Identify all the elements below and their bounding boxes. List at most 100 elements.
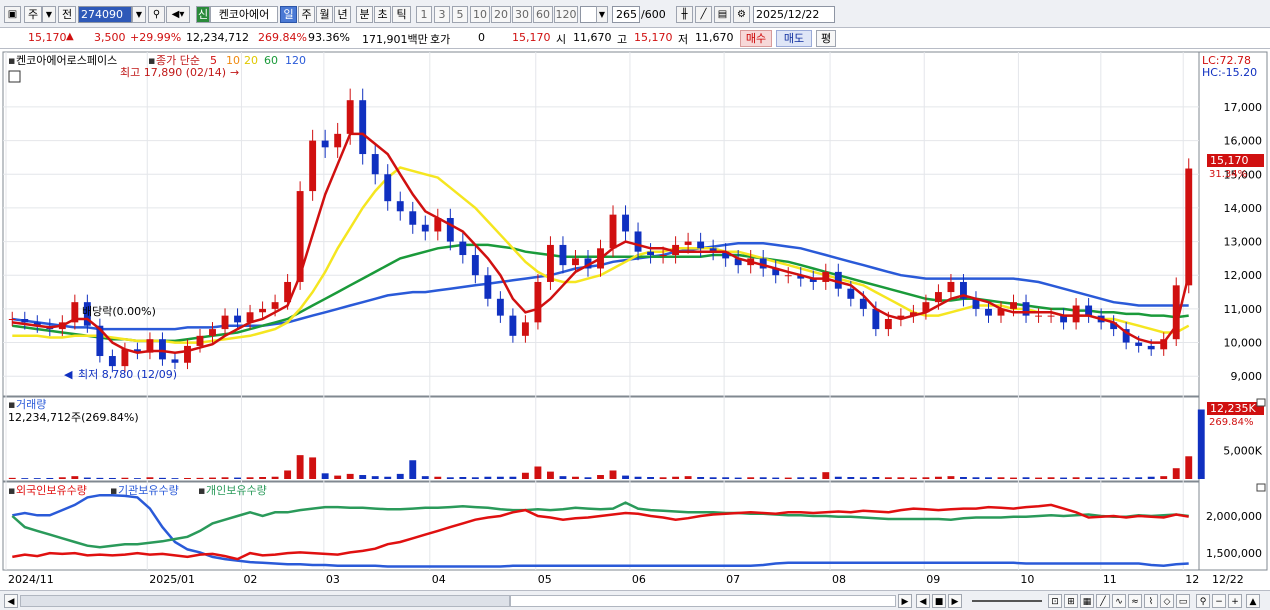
code-dropdown-icon[interactable]: ▼ xyxy=(132,6,146,23)
candle-body xyxy=(647,251,655,256)
save-icon[interactable]: ▤ xyxy=(714,6,731,23)
arrow-up-icon[interactable]: ▲ xyxy=(1246,594,1260,608)
interval-30[interactable]: 30 xyxy=(512,6,532,23)
tab-minute[interactable]: 분 xyxy=(356,6,373,23)
candle-body xyxy=(21,318,29,323)
individual-marker-icon: ▪ xyxy=(198,484,205,497)
candle-type-icon[interactable]: ╫ xyxy=(676,6,693,23)
tab-year[interactable]: 년 xyxy=(334,6,351,23)
prev-button[interactable]: 전 xyxy=(58,6,76,23)
interval-1[interactable]: 1 xyxy=(416,6,432,23)
ma20-legend: 20 xyxy=(244,54,258,67)
tab-month[interactable]: 월 xyxy=(316,6,333,23)
volume-bar xyxy=(972,477,980,479)
interval-5[interactable]: 5 xyxy=(452,6,468,23)
tab-tick[interactable]: 틱 xyxy=(392,6,411,23)
draw-tool-icon[interactable]: ╱ xyxy=(695,6,712,23)
buy-button[interactable]: 매수 xyxy=(740,30,772,47)
grid-icon[interactable]: ▦ xyxy=(1080,594,1094,608)
candle-body xyxy=(471,255,479,276)
price-tick-label: 17,000 xyxy=(1224,101,1263,114)
candle-body xyxy=(459,241,467,256)
volume-bar xyxy=(83,477,91,479)
trend-icon[interactable]: ╱ xyxy=(1096,594,1110,608)
stop-icon[interactable]: ■ xyxy=(932,594,946,608)
table-toggle-icon[interactable] xyxy=(8,70,21,83)
volume-bar xyxy=(171,478,179,479)
interval-20[interactable]: 20 xyxy=(491,6,511,23)
volume-bar xyxy=(309,457,317,479)
chart-scrollbar[interactable]: ◀ ▶ ◀ ■ ▶ ⊡ ⊞ ▦ ╱ ∿ ≈ ⌇ ◇ ▭ ⚲ − + ▲ xyxy=(0,590,1270,610)
crosshair-icon[interactable]: ⊞ xyxy=(1064,594,1078,608)
volume-bar xyxy=(1047,477,1055,479)
interval-60[interactable]: 60 xyxy=(533,6,553,23)
search-icon[interactable]: ⚲ xyxy=(148,6,165,23)
scroll-track[interactable] xyxy=(20,595,510,607)
volume-bar xyxy=(184,477,191,479)
volume-bar xyxy=(434,476,442,479)
avg-button[interactable]: 평 xyxy=(816,30,836,47)
interval-10[interactable]: 10 xyxy=(470,6,490,23)
prev-icon[interactable]: ◀ xyxy=(916,594,930,608)
stock-chart[interactable]: 9,00010,00011,00012,00013,00014,00015,00… xyxy=(0,50,1270,590)
volume-bar xyxy=(1097,477,1105,479)
price-tick-label: 9,000 xyxy=(1231,370,1263,383)
scroll-left-icon[interactable]: ◀ xyxy=(4,594,18,608)
volume-bar xyxy=(734,477,742,479)
text-icon[interactable]: ▭ xyxy=(1176,594,1190,608)
volume-value-label: 12,234,712주(269.84%) xyxy=(8,411,139,424)
candle-body xyxy=(446,218,454,242)
candle-body xyxy=(309,140,317,192)
interval-120[interactable]: 120 xyxy=(554,6,578,23)
tab-second[interactable]: 초 xyxy=(374,6,391,23)
line-icon[interactable]: ∿ xyxy=(1112,594,1126,608)
volume-bar xyxy=(1172,468,1180,479)
candle-body xyxy=(546,244,554,282)
settings-gear-icon[interactable]: ⚙ xyxy=(733,6,750,23)
candle-body xyxy=(559,244,567,266)
shape-icon[interactable]: ◇ xyxy=(1160,594,1174,608)
candle-body xyxy=(1185,168,1193,286)
scroll-right-icon[interactable]: ▶ xyxy=(898,594,912,608)
x-axis-label: 05 xyxy=(538,573,552,586)
candle-body xyxy=(1010,302,1017,309)
zoom-slider[interactable] xyxy=(972,600,1042,602)
candle-body xyxy=(484,275,492,299)
volume-bar xyxy=(559,476,567,479)
volume-bar xyxy=(659,477,667,479)
dropdown-icon[interactable]: ▼ xyxy=(42,6,56,23)
scroll-thumb[interactable] xyxy=(510,595,896,607)
candle-body xyxy=(1035,315,1042,317)
volume-bar xyxy=(321,473,329,479)
candle-body xyxy=(421,224,429,232)
candle-body xyxy=(259,308,267,313)
volume-close-icon[interactable] xyxy=(1256,398,1266,407)
wave-icon[interactable]: ≈ xyxy=(1128,594,1142,608)
tab-week[interactable]: 주 xyxy=(298,6,315,23)
window-icon[interactable]: ▣ xyxy=(4,6,21,23)
zoom-out-icon[interactable]: − xyxy=(1212,594,1226,608)
stock-code-input[interactable]: 274090 xyxy=(78,6,132,23)
volume-bar xyxy=(609,470,617,479)
fib-icon[interactable]: ⌇ xyxy=(1144,594,1158,608)
volume-bar xyxy=(684,476,692,479)
volume-bar xyxy=(597,475,604,479)
volume-bar xyxy=(396,473,404,479)
interval-dropdown-icon[interactable]: ▼ xyxy=(596,6,608,23)
volume-bar xyxy=(234,477,241,479)
volume-bar xyxy=(96,477,104,479)
bar-count-input[interactable]: 265 xyxy=(612,6,640,23)
period-select-week[interactable]: 주 xyxy=(24,6,42,23)
zoom-in-icon[interactable]: + xyxy=(1228,594,1242,608)
date-input[interactable]: 2025/12/22 xyxy=(753,6,835,23)
interval-3[interactable]: 3 xyxy=(434,6,450,23)
play-icon[interactable]: ▶ xyxy=(948,594,962,608)
holdings-close-icon[interactable] xyxy=(1256,483,1266,492)
sell-button[interactable]: 매도 xyxy=(776,30,812,47)
volume-bar xyxy=(747,477,755,479)
speaker-icon[interactable]: ◀▾ xyxy=(166,6,190,23)
tab-day[interactable]: 일 xyxy=(280,6,297,23)
zoom-search-icon[interactable]: ⚲ xyxy=(1196,594,1210,608)
zoom-fit-icon[interactable]: ⊡ xyxy=(1048,594,1062,608)
candle-body xyxy=(359,100,367,155)
